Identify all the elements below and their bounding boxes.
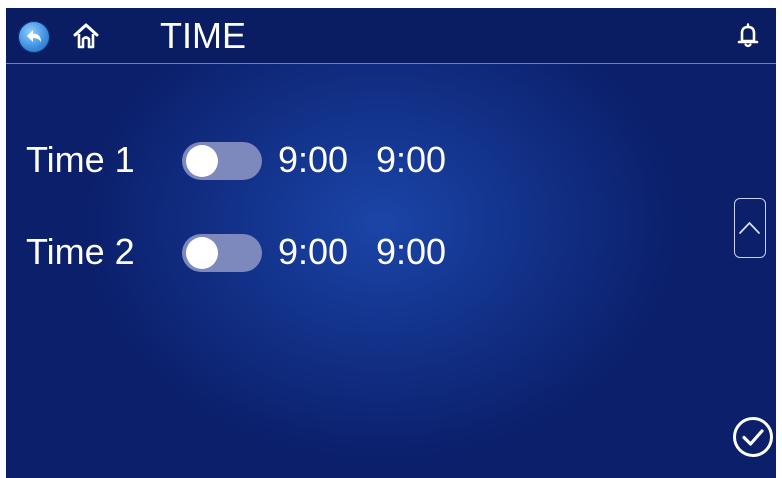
schedule-label: Time 2 — [26, 231, 135, 272]
schedule-toggle[interactable] — [182, 234, 262, 272]
home-icon — [73, 23, 99, 49]
bell-icon — [737, 23, 759, 48]
schedule-label: Time 1 — [26, 139, 135, 180]
page-title: TIME — [160, 15, 246, 56]
top-bar: TIME — [6, 8, 776, 64]
time-settings-screen: TIME Time 1 9:00 9:00 Time 2 9:00 9:00 — [6, 8, 776, 478]
confirm-button[interactable] — [732, 416, 774, 458]
start-time[interactable]: 9:00 — [278, 230, 348, 274]
scroll-up-button[interactable] — [734, 198, 766, 258]
end-time[interactable]: 9:00 — [376, 230, 446, 274]
toggle-knob — [186, 145, 218, 177]
home-button[interactable] — [72, 22, 100, 50]
back-arrow-icon — [27, 30, 41, 42]
notification-button[interactable] — [736, 23, 760, 49]
back-button[interactable] — [18, 21, 50, 53]
schedule-toggle[interactable] — [182, 142, 262, 180]
start-time[interactable]: 9:00 — [278, 138, 348, 182]
end-time[interactable]: 9:00 — [376, 138, 446, 182]
chevron-up-icon — [739, 222, 760, 234]
toggle-knob — [186, 237, 218, 269]
check-circle-icon — [733, 417, 773, 457]
